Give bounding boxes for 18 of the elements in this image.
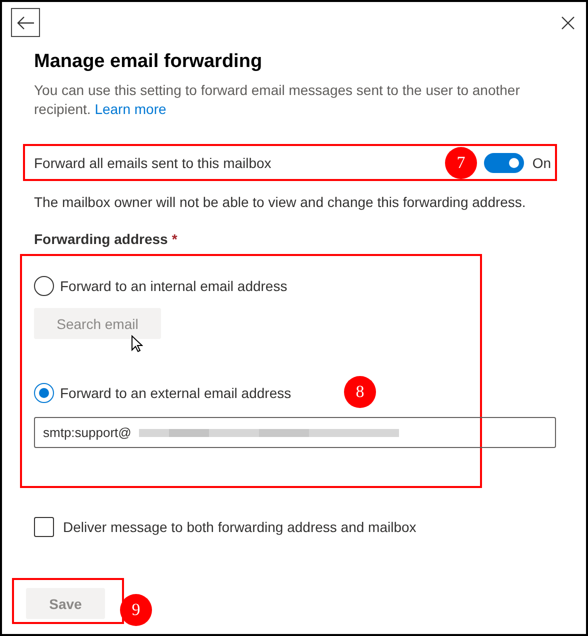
callout-badge: 8 [344, 376, 376, 408]
back-button[interactable] [11, 8, 40, 37]
close-icon[interactable] [560, 15, 576, 31]
toggle-switch[interactable] [484, 152, 524, 172]
callout-badge: 9 [120, 594, 152, 626]
description-text: You can use this setting to forward email messages sent to the user to another recipient. Learn more [34, 81, 521, 119]
toggle-state-text: On [532, 154, 551, 170]
callout-badge: 7 [445, 147, 477, 179]
toggle-label: Forward all emails sent to this mailbox [34, 154, 272, 170]
mouse-pointer-icon [131, 335, 143, 353]
toggle-note: The mailbox owner will not be able to view and change this forwarding address. [34, 193, 527, 212]
email-address-field[interactable]: smtp:support@ [34, 417, 556, 448]
deliver-both-checkbox[interactable]: Deliver message to both forwarding address and mailbox [34, 517, 555, 537]
panel-title: Manage email forwarding [34, 50, 264, 74]
back-arrow-icon [16, 16, 34, 30]
field-label: Forwarding address * [34, 230, 178, 249]
radio-option[interactable]: Forward to an internal email address [34, 275, 288, 297]
learn-more-link[interactable]: Learn more [94, 101, 166, 117]
